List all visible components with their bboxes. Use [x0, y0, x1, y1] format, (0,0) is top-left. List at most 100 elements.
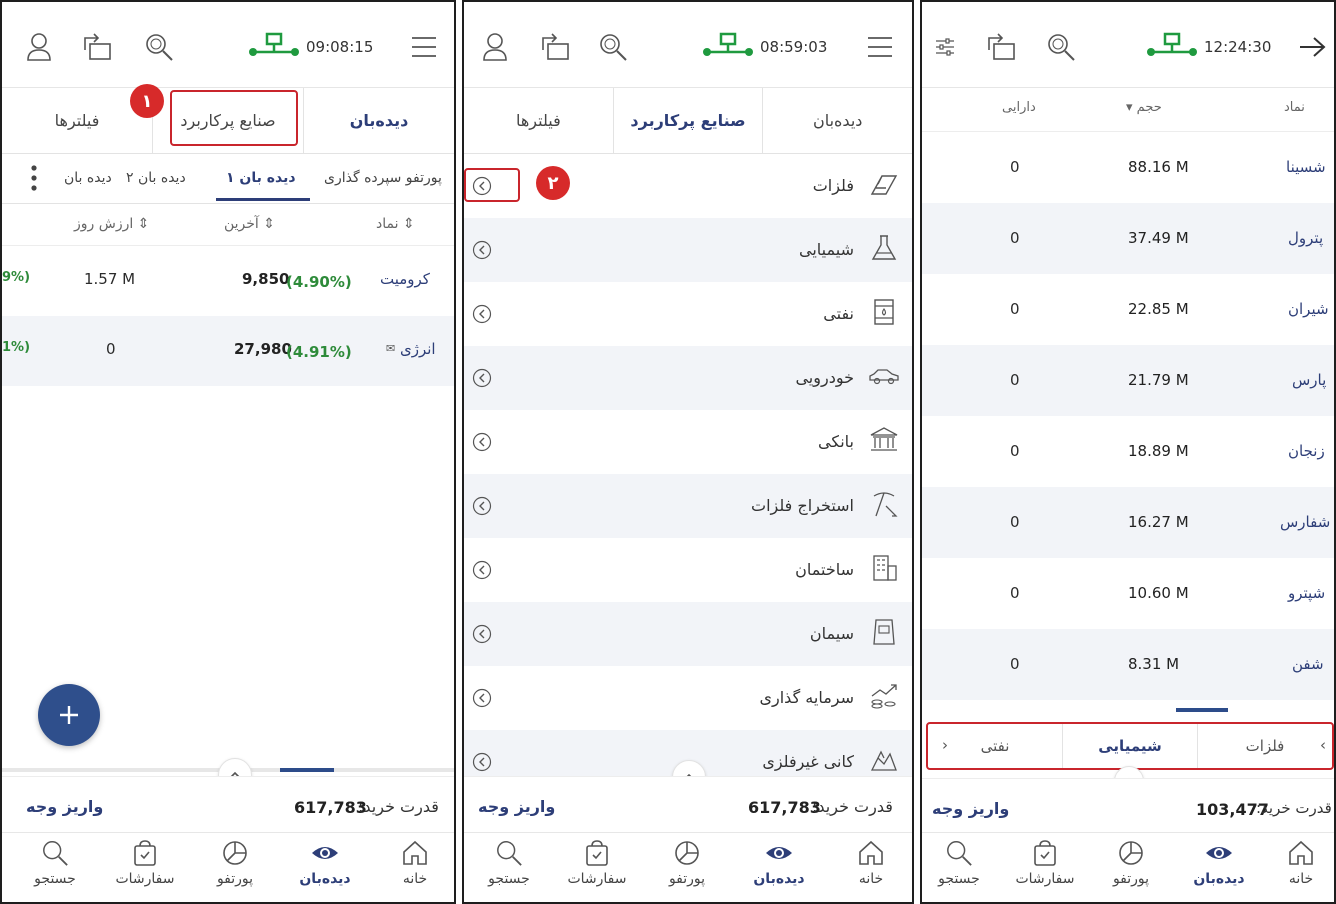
industry-row-chemical[interactable]: شیمیایی — [464, 218, 912, 282]
cell-symbol[interactable]: شفن — [1292, 655, 1324, 673]
search-icon — [497, 841, 522, 866]
eye-icon — [766, 847, 792, 859]
industry-row-cement[interactable]: سیمان — [464, 602, 912, 666]
subtab-watchlist[interactable]: دیده بان — [64, 170, 112, 186]
nav-orders[interactable]: سفارشات — [562, 839, 632, 887]
add-fab-button[interactable] — [38, 684, 100, 746]
nav-watchlist[interactable]: دیده‌بان — [290, 839, 360, 887]
chevron-left-icon[interactable] — [472, 240, 492, 264]
table-row[interactable]: 0 88.16 M شسینا — [922, 132, 1334, 203]
industry-next-metals[interactable]: فلزات › — [1197, 724, 1332, 768]
industry-row-oil[interactable]: نفتی — [464, 282, 912, 346]
scroll-thumb — [280, 768, 334, 772]
cell-symbol[interactable]: شیران — [1288, 300, 1329, 318]
cell-symbol[interactable]: پارس — [1292, 371, 1326, 389]
chevron-left-icon[interactable] — [472, 432, 492, 456]
connection-status-icon — [702, 32, 754, 64]
chevron-left-icon[interactable] — [472, 496, 492, 520]
cell-symbol[interactable]: کرومیت — [380, 270, 430, 288]
tab-watchlist[interactable]: دیده‌بان — [762, 88, 912, 153]
table-row[interactable]: 0 21.79 M پارس — [922, 345, 1334, 416]
table-row[interactable]: 9%) 1.57 M 9,850 (4.90%) کرومیت — [2, 246, 454, 316]
settings-sliders-icon[interactable] — [934, 36, 956, 58]
tab-watchlist[interactable]: دیده‌بان — [303, 88, 454, 153]
nav-search[interactable]: جستجو — [924, 839, 994, 887]
chevron-left-icon[interactable] — [472, 560, 492, 584]
chevron-left-icon[interactable] — [472, 304, 492, 328]
nav-orders[interactable]: سفارشات — [1010, 839, 1080, 887]
cell-symbol[interactable]: پترول — [1288, 229, 1323, 247]
col-volume[interactable]: حجم ▾ — [1126, 100, 1162, 115]
mail-icon: ✉ — [386, 342, 396, 355]
swap-icon[interactable] — [986, 32, 1016, 62]
user-icon[interactable] — [26, 32, 52, 62]
nav-home[interactable]: خانه — [836, 839, 906, 887]
industry-row-construction[interactable]: ساختمان — [464, 538, 912, 602]
industry-row-banking[interactable]: بانکی — [464, 410, 912, 474]
industry-prev-oil[interactable]: ‹ نفتی — [928, 724, 1062, 768]
cell-symbol[interactable]: شپترو — [1288, 584, 1325, 602]
table-row[interactable]: 1%) 0 27,980 (4.91%) انرژی ✉ — [2, 316, 454, 386]
industry-row-investment[interactable]: سرمایه گذاری — [464, 666, 912, 730]
nav-portfolio[interactable]: پورتفو — [200, 839, 270, 887]
chevron-left-icon[interactable] — [472, 624, 492, 648]
cell-last: 27,980 — [234, 340, 292, 358]
subtab-watchlist-1[interactable]: دیده بان ۱ — [226, 170, 296, 186]
nav-watchlist[interactable]: دیده‌بان — [1184, 839, 1254, 887]
nav-search[interactable]: جستجو — [474, 839, 544, 887]
more-vertical-icon[interactable] — [30, 164, 38, 192]
cell-symbol[interactable]: شفارس — [1280, 513, 1330, 531]
col-symbol[interactable]: نماد — [1284, 100, 1305, 115]
cell-symbol[interactable]: شسینا — [1286, 158, 1326, 176]
user-icon[interactable] — [482, 32, 508, 62]
cell-change: (4.90%) — [286, 273, 352, 291]
back-arrow-icon[interactable] — [1298, 36, 1326, 58]
col-value[interactable]: ⇕ ارزش روز — [74, 216, 149, 232]
nav-portfolio[interactable]: پورتفو — [1096, 839, 1166, 887]
cell-volume: 88.16 M — [1128, 158, 1189, 176]
industry-row-metals[interactable]: فلزات — [464, 154, 912, 218]
table-row[interactable]: 0 18.89 M زنجان — [922, 416, 1334, 487]
chevron-left-icon[interactable] — [472, 688, 492, 712]
menu-icon[interactable] — [410, 36, 438, 58]
table-row[interactable]: 0 10.60 M شپترو — [922, 558, 1334, 629]
cell-symbol[interactable]: انرژی — [400, 340, 436, 358]
search-icon[interactable] — [144, 32, 174, 62]
cell-symbol[interactable]: زنجان — [1288, 442, 1325, 460]
nav-home[interactable]: خانه — [380, 839, 450, 887]
industry-row-mining[interactable]: استخراج فلزات — [464, 474, 912, 538]
nav-portfolio[interactable]: پورتفو — [652, 839, 722, 887]
search-icon[interactable] — [1046, 32, 1076, 62]
industry-current-chemical[interactable]: شیمیایی — [1062, 724, 1197, 768]
search-icon[interactable] — [598, 32, 628, 62]
subtab-deposit-portfolio[interactable]: پورتفو سپرده گذاری — [324, 170, 442, 186]
nav-watchlist[interactable]: دیده‌بان — [744, 839, 814, 887]
tab-filters[interactable]: فیلترها — [464, 88, 613, 153]
table-row[interactable]: 0 37.49 M پترول — [922, 203, 1334, 274]
col-asset[interactable]: دارایی — [1002, 100, 1036, 115]
col-last[interactable]: ⇕ آخرین — [224, 216, 275, 232]
table-row[interactable]: 0 16.27 M شفارس — [922, 487, 1334, 558]
cement-bag-icon — [868, 616, 900, 652]
nav-home[interactable]: خانه — [1266, 839, 1334, 887]
nav-search[interactable]: جستجو — [20, 839, 90, 887]
connection-status-icon — [1146, 32, 1198, 64]
subtab-watchlist-2[interactable]: دیده بان ۲ — [126, 170, 186, 186]
cell-asset: 0 — [1010, 229, 1020, 247]
chevron-left-icon[interactable] — [472, 752, 492, 776]
swap-icon[interactable] — [82, 32, 112, 62]
table-row[interactable]: 0 8.31 M شفن — [922, 629, 1334, 700]
industry-row-auto[interactable]: خودرویی — [464, 346, 912, 410]
nav-orders[interactable]: سفارشات — [110, 839, 180, 887]
deposit-link[interactable]: واریز وجه — [932, 799, 1009, 818]
building-icon — [868, 552, 900, 588]
tab-popular-industries[interactable]: صنایع پرکاربرد — [612, 88, 763, 153]
chevron-left-icon[interactable] — [472, 368, 492, 392]
table-row[interactable]: 0 22.85 M شیران — [922, 274, 1334, 345]
col-symbol[interactable]: ⇕ نماد — [376, 216, 415, 232]
deposit-link[interactable]: واریز وجه — [478, 797, 555, 816]
swap-icon[interactable] — [540, 32, 570, 62]
nav-label: دیده‌بان — [299, 871, 351, 887]
menu-icon[interactable] — [866, 36, 894, 58]
deposit-link[interactable]: واریز وجه — [26, 797, 103, 816]
